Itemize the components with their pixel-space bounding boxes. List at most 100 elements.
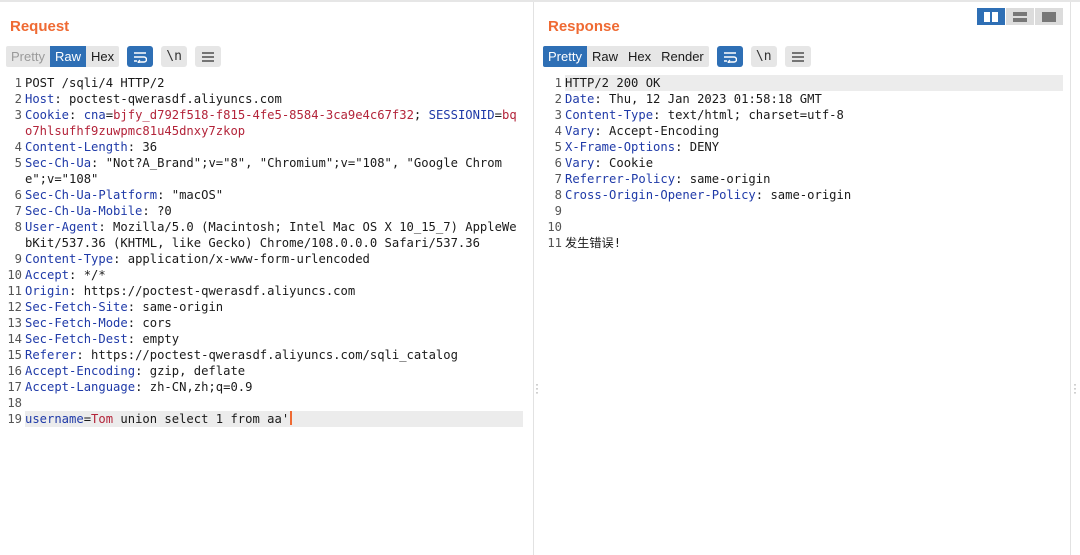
header-name: Vary — [565, 156, 595, 170]
line-content: Accept: */* — [25, 267, 106, 283]
request-tab-raw[interactable]: Raw — [49, 46, 86, 67]
code-line[interactable]: 7 Referrer-Policy: same-origin — [540, 171, 1063, 187]
code-line[interactable]: 1 POST /sqli/4 HTTP/2 — [0, 75, 523, 91]
request-tab-hex[interactable]: Hex — [86, 46, 119, 67]
response-tab-render[interactable]: Render — [656, 46, 709, 67]
line-text: : gzip, deflate — [135, 364, 246, 378]
line-text: : Cookie — [594, 156, 654, 170]
response-editor[interactable]: 1 HTTP/2 200 OK 2 Date: Thu, 12 Jan 2023 01… — [540, 75, 1063, 555]
code-line[interactable]: 2 Date: Thu, 12 Jan 2023 01:58:18 GMT — [540, 91, 1063, 107]
line-content: username=Tom union select 1 from aa' — [25, 411, 523, 427]
line-number: 5 — [554, 140, 562, 154]
code-line[interactable]: 16 Accept-Encoding: gzip, deflate — [0, 363, 523, 379]
response-tab-raw[interactable]: Raw — [587, 46, 623, 67]
line-number: 4 — [554, 124, 562, 138]
code-line[interactable]: 4 Content-Length: 36 — [0, 139, 523, 155]
line-text: = — [494, 108, 502, 122]
header-name: Host — [25, 92, 55, 106]
divider-drag-handle-icon[interactable]: · · · — [535, 378, 539, 398]
code-line[interactable]: 5 Sec-Ch-Ua: "Not?A_Brand";v="8", "Chromi… — [0, 155, 523, 187]
line-text: : ?0 — [142, 204, 172, 218]
header-name: Content-Type — [565, 108, 654, 122]
code-line[interactable]: 13 Sec-Fetch-Mode: cors — [0, 315, 523, 331]
line-number: 19 — [7, 412, 22, 426]
code-line[interactable]: 14 Sec-Fetch-Dest: empty — [0, 331, 523, 347]
line-number: 7 — [554, 172, 562, 186]
line-text: HTTP/2 200 OK — [565, 76, 661, 90]
response-show-newlines-button[interactable]: \n — [750, 46, 777, 67]
panel-divider[interactable] — [533, 2, 534, 555]
line-number: 12 — [7, 300, 22, 314]
request-show-newlines-button[interactable]: \n — [161, 46, 188, 67]
header-name: Cookie — [25, 108, 70, 122]
response-menu-button[interactable] — [784, 46, 811, 67]
line-text: Tom — [91, 412, 114, 426]
line-number: 14 — [7, 332, 22, 346]
code-line[interactable]: 19 username=Tom union select 1 from aa' — [0, 411, 523, 427]
response-wrap-lines-button[interactable] — [716, 46, 743, 67]
line-content: X-Frame-Options: DENY — [565, 139, 719, 155]
code-line[interactable]: 6 Vary: Cookie — [540, 155, 1063, 171]
code-line[interactable]: 8 Cross-Origin-Opener-Policy: same-origin — [540, 187, 1063, 203]
line-content: Vary: Accept-Encoding — [565, 123, 719, 139]
request-toolbar: Pretty Raw Hex \n — [6, 46, 222, 67]
response-tab-hex[interactable]: Hex — [623, 46, 656, 67]
line-text: : 36 — [127, 140, 158, 154]
code-line[interactable]: 17 Accept-Language: zh-CN,zh;q=0.9 — [0, 379, 523, 395]
request-wrap-lines-button[interactable] — [127, 46, 154, 67]
code-line[interactable]: 12 Sec-Fetch-Site: same-origin — [0, 299, 523, 315]
line-text: : — [69, 108, 84, 122]
response-tab-pretty[interactable]: Pretty — [543, 46, 587, 67]
line-text: bjfy_d792f518-f815-4fe5-8584-3ca9e4c67f3… — [113, 108, 414, 122]
response-view-tabs: Pretty Raw Hex Render — [543, 46, 709, 67]
code-line[interactable]: 8 User-Agent: Mozilla/5.0 (Macintosh; Int… — [0, 219, 523, 251]
code-line[interactable]: 9 — [540, 203, 1063, 219]
newline-icon: \n — [755, 49, 772, 64]
line-content: Sec-Fetch-Mode: cors — [25, 315, 172, 331]
line-content: HTTP/2 200 OK — [565, 75, 1063, 91]
line-text: : same-origin — [755, 188, 852, 202]
code-line[interactable]: 18 — [0, 395, 523, 411]
code-line[interactable]: 3 Content-Type: text/html; charset=utf-8 — [540, 107, 1063, 123]
code-line[interactable]: 10 — [540, 219, 1063, 235]
line-content: Vary: Cookie — [565, 155, 653, 171]
request-tab-pretty[interactable]: Pretty — [6, 46, 50, 67]
header-name: Sec-Fetch-Dest — [25, 332, 128, 346]
code-line[interactable]: 2 Host: poctest-qwerasdf.aliyuncs.com — [0, 91, 523, 107]
code-line[interactable]: 11 Origin: https://poctest-qwerasdf.aliyu… — [0, 283, 523, 299]
code-line[interactable]: 5 X-Frame-Options: DENY — [540, 139, 1063, 155]
request-editor[interactable]: 1 POST /sqli/4 HTTP/2 2 Host: poctest-qwera… — [0, 75, 523, 555]
line-content: Origin: https://poctest-qwerasdf.aliyunc… — [25, 283, 355, 299]
line-number: 5 — [14, 156, 22, 170]
request-menu-button[interactable] — [195, 46, 222, 67]
line-content: Sec-Ch-Ua-Mobile: ?0 — [25, 203, 172, 219]
header-name: Sec-Ch-Ua-Mobile — [25, 204, 143, 218]
right-drag-handle-icon[interactable]: · · · — [1073, 378, 1077, 398]
code-line[interactable]: 6 Sec-Ch-Ua-Platform: "macOS" — [0, 187, 523, 203]
line-content: Sec-Ch-Ua: "Not?A_Brand";v="8", "Chromiu… — [25, 155, 523, 187]
code-line[interactable]: 9 Content-Type: application/x-www-form-ur… — [0, 251, 523, 267]
wrap-icon — [134, 51, 148, 63]
line-text: 发生错误! — [565, 236, 622, 250]
code-line[interactable]: 4 Vary: Accept-Encoding — [540, 123, 1063, 139]
line-text: : text/html; charset=utf-8 — [653, 108, 844, 122]
line-text: : "macOS" — [157, 188, 224, 202]
line-text: : Mozilla/5.0 (Macintosh; Intel Mac OS X… — [25, 220, 517, 250]
line-number: 6 — [554, 156, 562, 170]
code-line[interactable]: 10 Accept: */* — [0, 267, 523, 283]
line-number: 11 — [547, 236, 562, 250]
line-number: 3 — [14, 108, 22, 122]
line-text: = — [83, 412, 92, 426]
hamburger-icon — [791, 51, 804, 62]
code-line[interactable]: 15 Referer: https://poctest-qwerasdf.aliy… — [0, 347, 523, 363]
line-number: 1 — [14, 76, 22, 90]
line-content: Content-Length: 36 — [25, 139, 157, 155]
code-line[interactable]: 3 Cookie: cna=bjfy_d792f518-f815-4fe5-858… — [0, 107, 523, 139]
header-name: Sec-Fetch-Mode — [25, 316, 128, 330]
line-number: 11 — [7, 284, 22, 298]
code-line[interactable]: 11 发生错误! — [540, 235, 1063, 251]
line-number: 8 — [14, 220, 22, 234]
code-line[interactable]: 7 Sec-Ch-Ua-Mobile: ?0 — [0, 203, 523, 219]
code-line[interactable]: 1 HTTP/2 200 OK — [540, 75, 1063, 91]
response-panel: Response Pretty Raw Hex Render \n 1 HTTP… — [540, 2, 1070, 555]
